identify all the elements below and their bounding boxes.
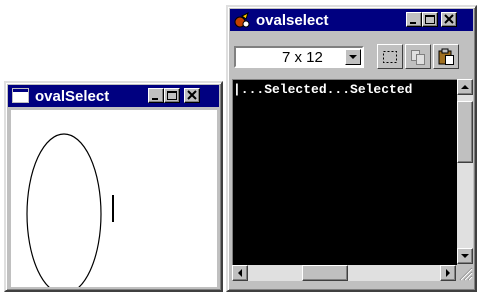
app-icon[interactable] (233, 11, 251, 29)
maximize-button[interactable] (164, 88, 180, 103)
copy-icon (411, 50, 425, 65)
resize-grip-icon[interactable] (457, 265, 473, 281)
oval-shape[interactable] (11, 110, 217, 295)
drawing-canvas[interactable] (11, 110, 217, 295)
minimize-icon (152, 98, 158, 100)
oval-select-title-bar[interactable]: ovalSelect (8, 85, 219, 107)
maximize-button[interactable] (422, 12, 438, 27)
arrow-right-icon (446, 269, 450, 277)
horizontal-scroll-thumb[interactable] (302, 265, 348, 281)
close-icon (187, 90, 197, 100)
console-text: |...Selected...Selected (233, 82, 413, 97)
scroll-left-button[interactable] (232, 265, 248, 281)
arrow-up-icon (461, 85, 469, 89)
maximize-icon (425, 15, 435, 24)
minimize-button[interactable] (406, 12, 422, 27)
maximize-icon (167, 91, 177, 100)
close-button[interactable] (184, 88, 200, 103)
chevron-down-icon[interactable] (345, 49, 361, 65)
paste-icon (438, 48, 454, 65)
font-size-value: 7 x 12 (282, 49, 323, 66)
vertical-scrollbar[interactable] (457, 79, 473, 264)
window-icon[interactable] (12, 88, 29, 103)
minimize-button[interactable] (148, 88, 164, 103)
console-title: ovalselect (256, 12, 329, 29)
close-icon (444, 14, 454, 24)
console-title-bar[interactable]: ovalselect (230, 9, 473, 31)
paste-button[interactable] (433, 44, 459, 69)
font-size-select[interactable]: 7 x 12 (234, 46, 364, 68)
console-output[interactable]: |...Selected...Selected (232, 79, 457, 265)
scroll-right-button[interactable] (440, 265, 456, 281)
scroll-up-button[interactable] (457, 79, 473, 95)
vertical-scroll-thumb[interactable] (457, 101, 473, 163)
console-toolbar: 7 x 12 (232, 33, 471, 73)
horizontal-scrollbar[interactable] (232, 265, 456, 281)
oval-select-title: ovalSelect (35, 88, 110, 105)
oval-select-window: ovalSelect (4, 81, 223, 295)
close-button[interactable] (441, 12, 457, 27)
mark-button[interactable] (377, 44, 403, 69)
minimize-icon (410, 22, 416, 24)
copy-button[interactable] (405, 44, 431, 69)
arrow-left-icon (238, 269, 242, 277)
scroll-down-button[interactable] (457, 248, 473, 264)
console-window: ovalselect 7 x 12 |...Selected...Selecte… (226, 5, 477, 292)
arrow-down-icon (461, 254, 469, 258)
mark-icon (383, 51, 397, 63)
